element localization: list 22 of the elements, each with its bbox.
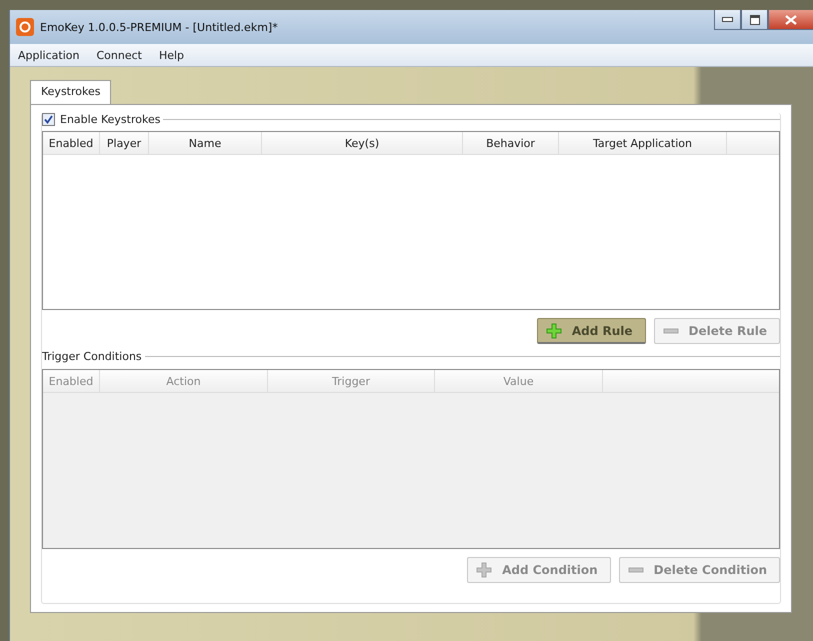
app-logo-icon — [16, 18, 34, 36]
plus-icon — [546, 322, 562, 338]
column-header[interactable]: Name — [149, 132, 262, 154]
column-header[interactable]: Target Application — [559, 132, 727, 154]
checkbox-label: Enable Keystrokes — [60, 113, 160, 126]
menu-item[interactable]: Help — [158, 48, 184, 62]
section-label: Trigger Conditions — [42, 350, 142, 363]
close-button[interactable] — [768, 10, 813, 30]
plus-icon — [476, 562, 492, 578]
column-header[interactable]: Player — [100, 132, 149, 154]
menu-item[interactable]: Application — [18, 48, 80, 62]
window-title: EmoKey 1.0.0.5-PREMIUM - [Untitled.ekm]* — [40, 20, 279, 34]
minimize-button[interactable] — [714, 10, 741, 30]
maximize-button[interactable] — [741, 10, 768, 30]
column-header[interactable]: Behavior — [463, 132, 559, 154]
checkbox[interactable] — [42, 113, 55, 126]
add-button[interactable]: Add Rule — [536, 318, 646, 344]
menu-item[interactable]: Connect — [96, 48, 142, 62]
column-header[interactable]: Key(s) — [262, 132, 463, 154]
column-header[interactable]: Enabled — [43, 132, 100, 154]
tab[interactable]: Keystrokes — [30, 80, 112, 104]
close-icon — [785, 14, 797, 24]
